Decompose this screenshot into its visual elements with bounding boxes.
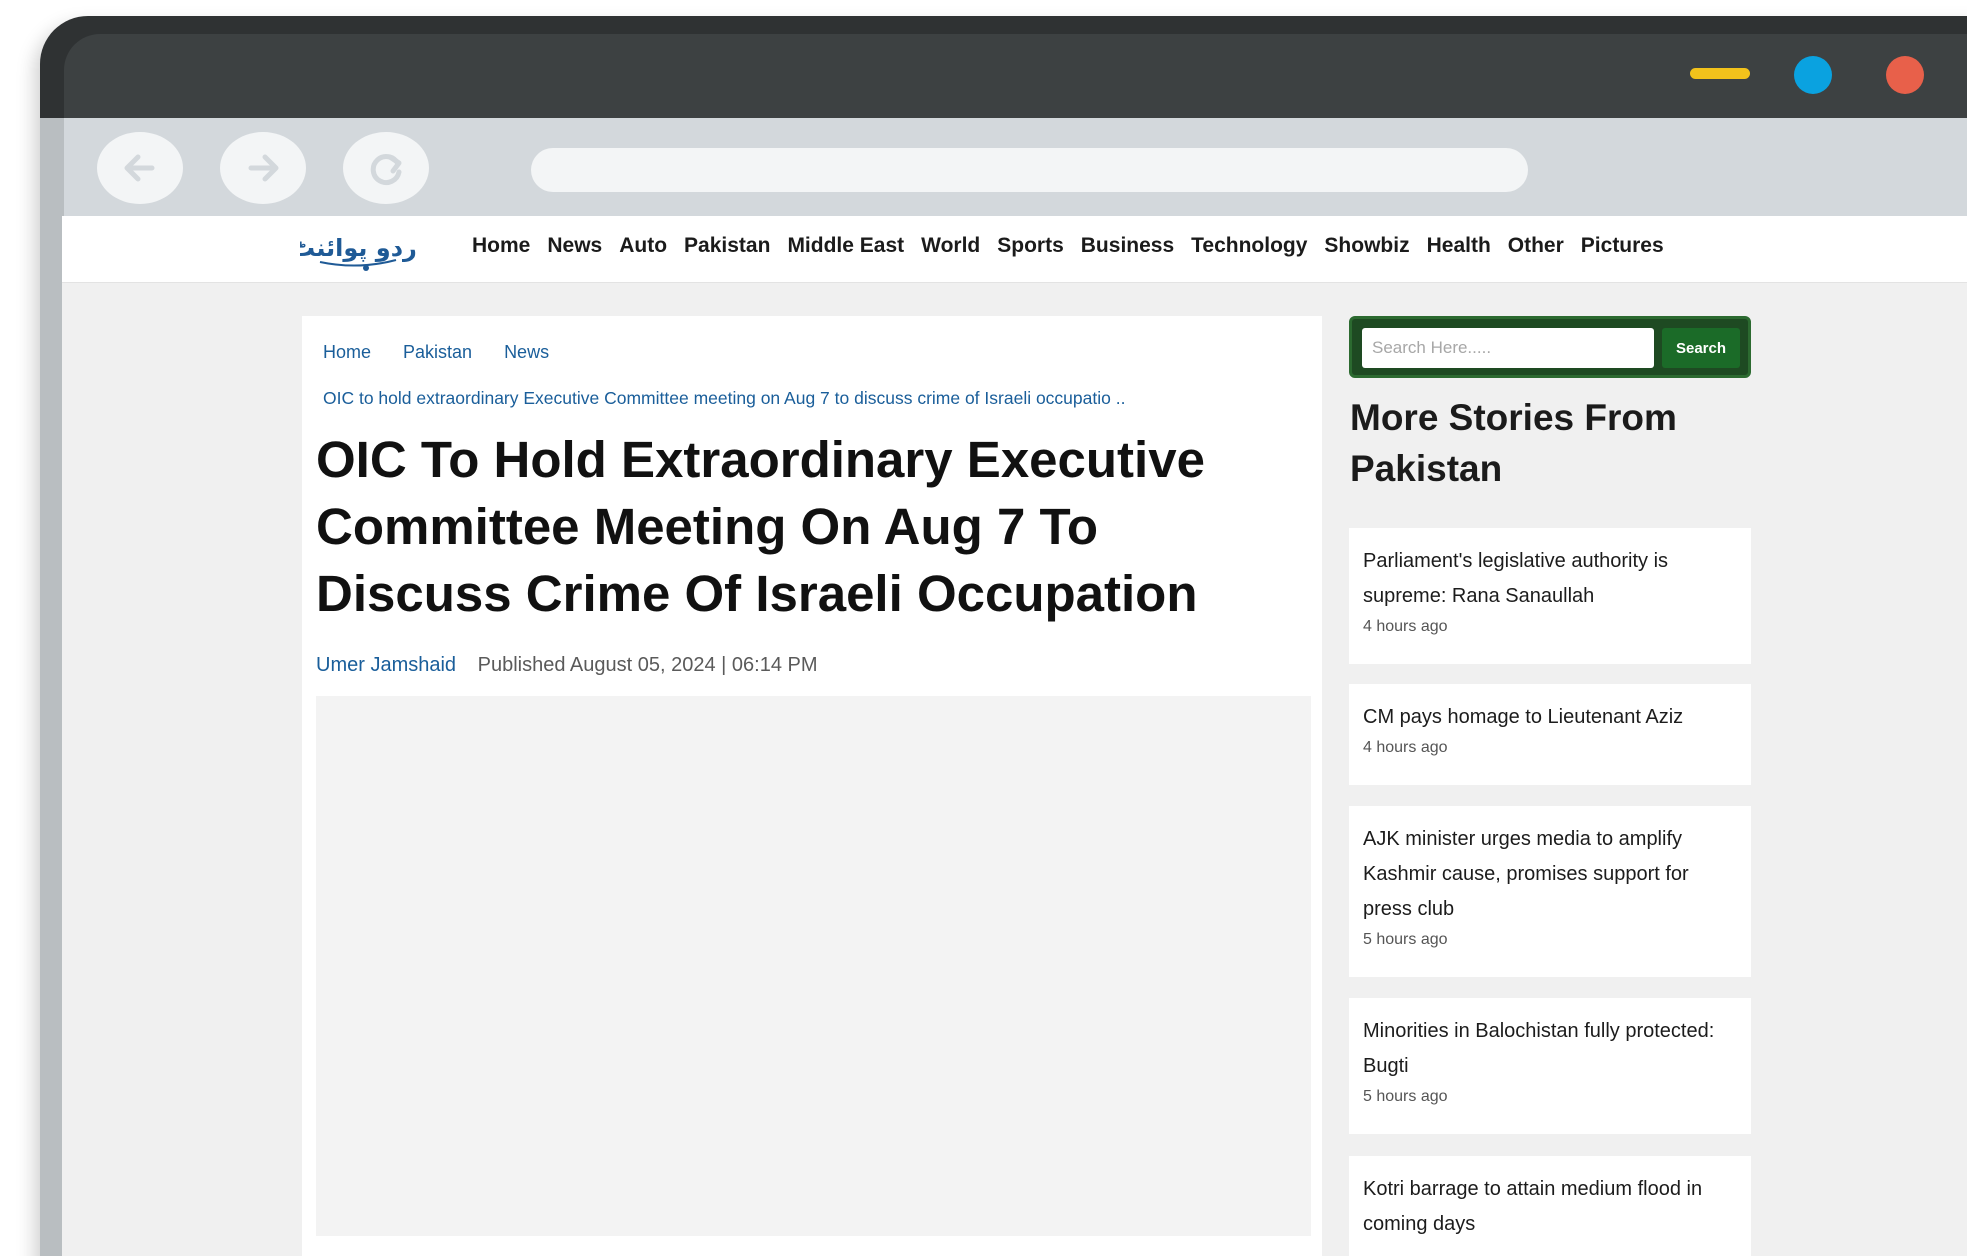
screen: اردو پوائنٹ Home News Auto Pakistan Midd… [0, 0, 1967, 1256]
story-card[interactable]: Kotri barrage to attain medium flood in … [1349, 1156, 1751, 1256]
search-input[interactable] [1362, 328, 1654, 368]
nav-business[interactable]: Business [1081, 234, 1174, 258]
back-button[interactable] [97, 132, 183, 204]
story-title: Minorities in Balochistan fully protecte… [1363, 1020, 1715, 1077]
window-close-button[interactable] [1886, 56, 1924, 94]
nav-news[interactable]: News [547, 234, 602, 258]
nav-showbiz[interactable]: Showbiz [1324, 234, 1409, 258]
story-title: Parliament's legislative authority is su… [1363, 550, 1669, 607]
story-card[interactable]: Minorities in Balochistan fully protecte… [1349, 998, 1751, 1134]
frame-edge [40, 118, 64, 1256]
breadcrumb-news[interactable]: News [504, 342, 549, 363]
author-link[interactable]: Umer Jamshaid [316, 654, 456, 676]
article-card: Home Pakistan News OIC to hold extraordi… [302, 316, 1322, 1256]
nav-middle-east[interactable]: Middle East [787, 234, 904, 258]
reload-icon [370, 154, 402, 186]
search-box: Search [1349, 316, 1751, 378]
story-title: CM pays homage to Lieutenant Aziz [1363, 706, 1684, 728]
story-time: 5 hours ago [1363, 1088, 1448, 1105]
nav-sports[interactable]: Sports [997, 234, 1064, 258]
story-card[interactable]: CM pays homage to Lieutenant Aziz 4 hour… [1349, 684, 1751, 785]
byline: Umer Jamshaid Published August 05, 2024 … [316, 654, 818, 677]
nav-other[interactable]: Other [1508, 234, 1564, 258]
story-title: AJK minister urges media to amplify Kash… [1363, 828, 1689, 920]
arrow-left-icon [124, 154, 155, 182]
story-time: 5 hours ago [1363, 931, 1448, 948]
story-card[interactable]: Parliament's legislative authority is su… [1349, 528, 1751, 664]
publish-date: Published August 05, 2024 | 06:14 PM [477, 654, 818, 676]
nav-home[interactable]: Home [472, 234, 530, 258]
breadcrumb-home[interactable]: Home [323, 342, 371, 363]
sidebar-heading: More Stories From Pakistan [1350, 397, 1677, 489]
nav-health[interactable]: Health [1427, 234, 1491, 258]
nav-technology[interactable]: Technology [1191, 234, 1307, 258]
breadcrumb-pakistan[interactable]: Pakistan [403, 342, 472, 363]
article-media-placeholder [316, 696, 1311, 1236]
reload-button[interactable] [343, 132, 429, 204]
svg-text:اردو پوائنٹ: اردو پوائنٹ [300, 234, 416, 262]
address-bar[interactable] [531, 148, 1528, 192]
story-card[interactable]: AJK minister urges media to amplify Kash… [1349, 806, 1751, 977]
arrow-right-icon [248, 154, 279, 182]
search-button[interactable]: Search [1662, 328, 1740, 368]
site-header: اردو پوائنٹ Home News Auto Pakistan Midd… [62, 216, 1967, 283]
nav-auto[interactable]: Auto [619, 234, 667, 258]
site-logo[interactable]: اردو پوائنٹ [300, 224, 416, 274]
main-nav: Home News Auto Pakistan Middle East Worl… [472, 234, 1681, 258]
story-title: Kotri barrage to attain medium flood in … [1363, 1178, 1703, 1235]
nav-pictures[interactable]: Pictures [1581, 234, 1664, 258]
window-minimize-button[interactable] [1690, 68, 1750, 79]
story-time: 4 hours ago [1363, 618, 1448, 635]
window-maximize-button[interactable] [1794, 56, 1832, 94]
article-title: OIC To Hold Extraordinary Executive Comm… [316, 431, 1205, 622]
nav-world[interactable]: World [921, 234, 980, 258]
breadcrumb-current[interactable]: OIC to hold extraordinary Executive Comm… [323, 388, 1125, 409]
forward-button[interactable] [220, 132, 306, 204]
nav-pakistan[interactable]: Pakistan [684, 234, 770, 258]
breadcrumb: Home Pakistan News [323, 342, 549, 363]
page-viewport: اردو پوائنٹ Home News Auto Pakistan Midd… [62, 216, 1967, 1256]
story-time: 4 hours ago [1363, 739, 1448, 756]
